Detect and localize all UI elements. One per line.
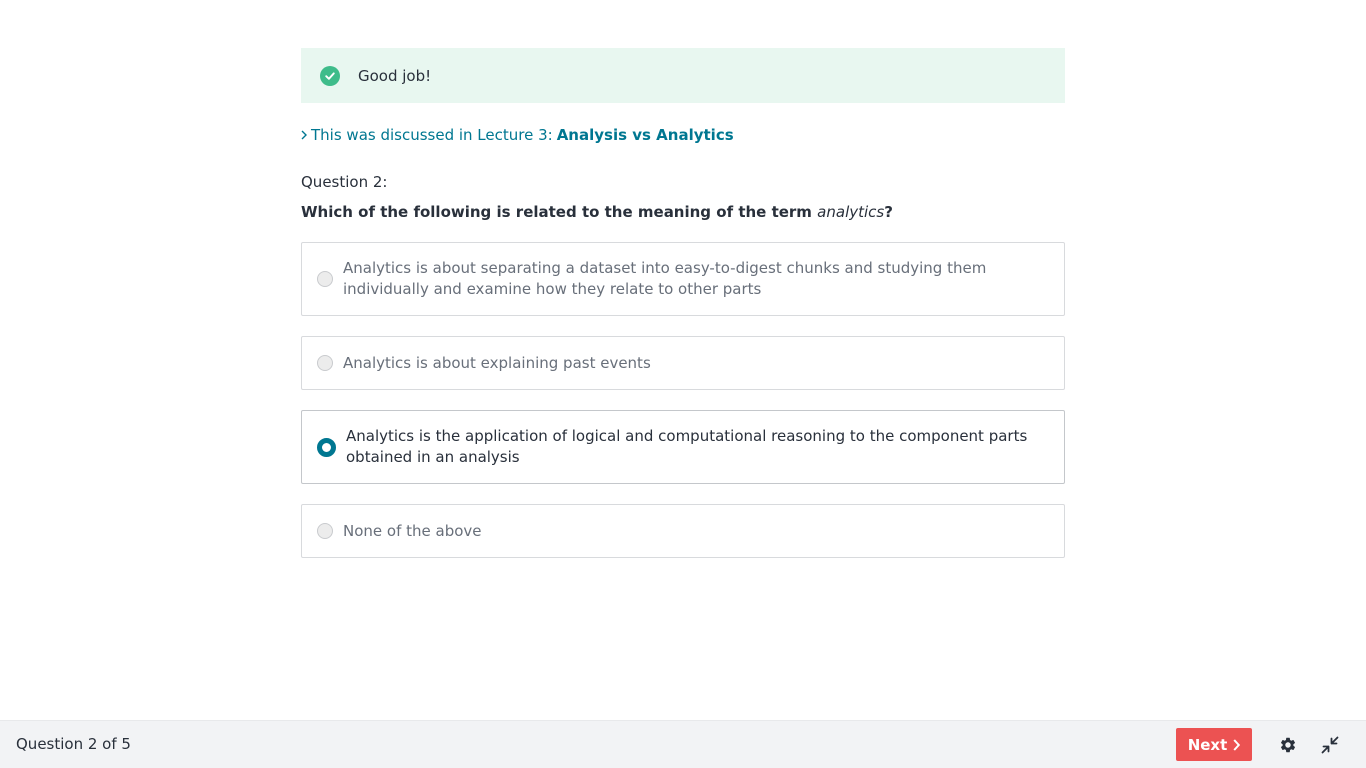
question-text-end: ? <box>884 203 893 221</box>
answer-option-text: Analytics is about separating a dataset … <box>343 259 987 298</box>
feedback-banner: Good job! <box>301 48 1065 103</box>
lecture-reference-prefix: This was discussed in Lecture 3: <box>311 126 553 144</box>
answer-option-text: None of the above <box>343 521 482 540</box>
next-button-label: Next <box>1187 735 1228 754</box>
lecture-title: Analysis vs Analytics <box>556 126 734 144</box>
answer-option-3[interactable]: Analytics is the application of logical … <box>301 410 1065 484</box>
chevron-right-icon <box>1233 738 1241 751</box>
next-button[interactable]: Next <box>1176 728 1252 761</box>
radio-button[interactable] <box>317 271 333 287</box>
answer-option-text: Analytics is the application of logical … <box>346 427 1028 466</box>
radio-button[interactable] <box>317 523 333 539</box>
question-label: Question 2: <box>301 173 388 191</box>
question-text-start: Which of the following is related to the… <box>301 203 818 221</box>
feedback-text: Good job! <box>358 66 432 85</box>
quiz-page: Good job! This was discussed in Lecture … <box>0 0 1366 768</box>
answer-option-text: Analytics is about explaining past event… <box>343 353 651 372</box>
gear-icon[interactable] <box>1276 733 1300 757</box>
chevron-right-icon <box>301 130 307 140</box>
radio-button[interactable] <box>317 355 333 371</box>
answer-options: Analytics is about separating a dataset … <box>301 242 1065 558</box>
lecture-reference-link[interactable]: This was discussed in Lecture 3: Analysi… <box>301 126 1065 144</box>
answer-option-4[interactable]: None of the above <box>301 504 1065 558</box>
question-text: Which of the following is related to the… <box>301 203 1065 221</box>
answer-option-1[interactable]: Analytics is about separating a dataset … <box>301 242 1065 316</box>
question-progress: Question 2 of 5 <box>16 735 131 753</box>
check-circle-icon <box>320 65 340 86</box>
quiz-footer: Question 2 of 5 Next <box>0 720 1366 768</box>
question-term: analytics <box>817 203 885 221</box>
radio-button-selected[interactable] <box>317 437 336 457</box>
collapse-icon[interactable] <box>1318 733 1342 757</box>
answer-option-2[interactable]: Analytics is about explaining past event… <box>301 336 1065 390</box>
quiz-content: Good job! This was discussed in Lecture … <box>301 48 1065 578</box>
